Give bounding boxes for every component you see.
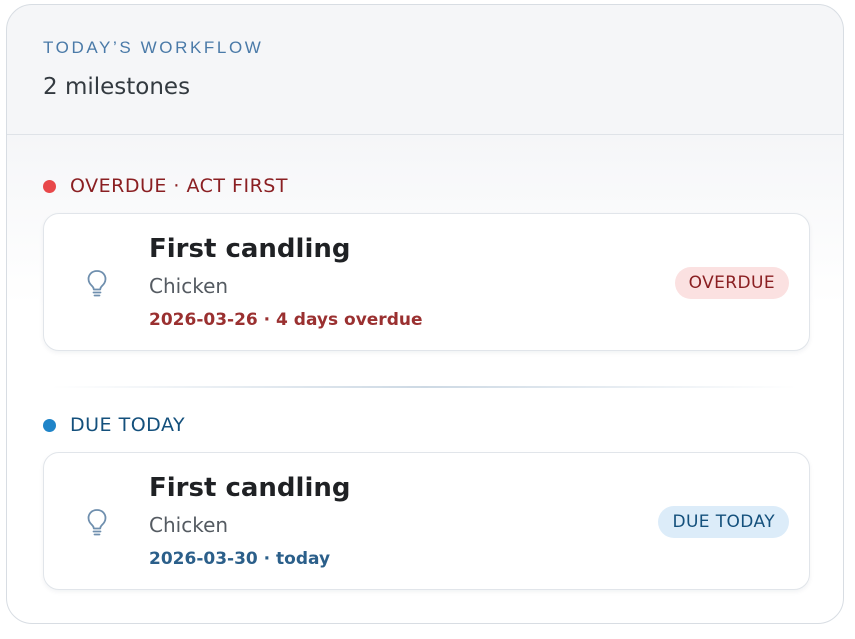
section-label-overdue: OVERDUE · ACT FIRST (70, 175, 288, 197)
milestone-species: Chicken (149, 513, 229, 537)
workflow-panel: TODAY’S WORKFLOW 2 milestones OVERDUE · … (6, 4, 844, 624)
status-badge-due-today: DUE TODAY (658, 506, 789, 538)
overdue-status-dot (43, 179, 56, 193)
milestone-title: First candling (149, 473, 351, 503)
section-header-overdue: OVERDUE · ACT FIRST (43, 175, 288, 197)
section-label-due-today: DUE TODAY (70, 414, 186, 436)
milestone-card-due-today[interactable]: First candling Chicken 2026-03-30 · toda… (43, 452, 810, 590)
panel-eyebrow: TODAY’S WORKFLOW (43, 38, 264, 57)
status-badge-overdue: OVERDUE (674, 267, 789, 299)
milestone-species: Chicken (149, 274, 229, 298)
lightbulb-icon (84, 507, 110, 537)
section-divider (52, 386, 797, 388)
milestone-count: 2 milestones (43, 74, 191, 100)
lightbulb-icon (84, 268, 110, 298)
milestone-due-info: 2026-03-30 · today (149, 549, 331, 569)
milestone-due-info: 2026-03-26 · 4 days overdue (149, 310, 423, 330)
milestone-card-overdue[interactable]: First candling Chicken 2026-03-26 · 4 da… (43, 213, 810, 351)
section-header-due-today: DUE TODAY (43, 414, 185, 436)
due-today-status-dot (43, 418, 56, 432)
milestone-title: First candling (149, 234, 351, 264)
panel-header: TODAY’S WORKFLOW 2 milestones (7, 5, 843, 135)
